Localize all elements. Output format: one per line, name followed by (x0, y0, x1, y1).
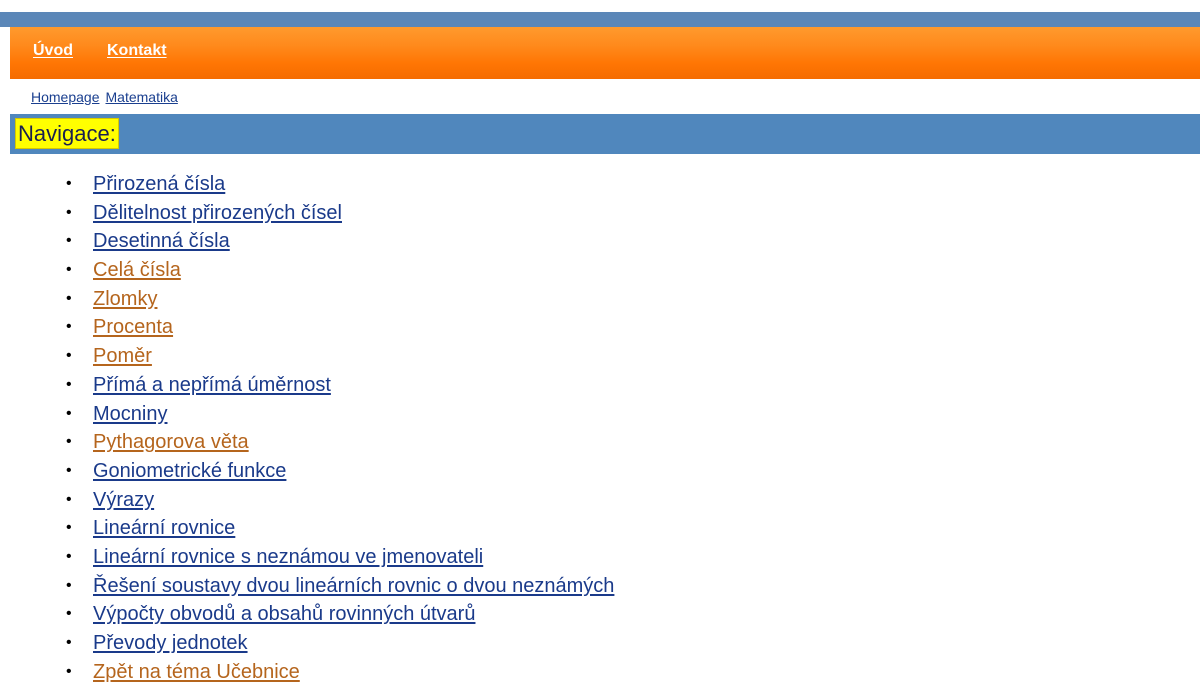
bullet-icon: • (66, 662, 72, 680)
bullet-icon: • (66, 261, 72, 279)
nav-list-link[interactable]: Výrazy (93, 489, 154, 511)
nav-list-link[interactable]: Poměr (93, 345, 152, 367)
bullet-icon: • (66, 433, 72, 451)
nav-list-link[interactable]: Lineární rovnice (93, 517, 235, 539)
breadcrumb: Homepage Matematika (31, 88, 178, 106)
list-item: • Výrazy (66, 486, 614, 515)
bullet-icon: • (66, 634, 72, 651)
list-item: • Výpočty obvodů a obsahů rovinných útvar… (66, 600, 614, 629)
bullet-icon: • (66, 203, 72, 221)
bullet-icon: • (66, 605, 72, 623)
list-item: • Přímá a nepřímá úměrnost (66, 371, 614, 400)
list-item: • Desetinná čísla (66, 227, 614, 256)
nav-list-link[interactable]: Převody jednotek (93, 632, 248, 654)
section-header-bar: Navigace: (10, 114, 1200, 154)
list-item: • Poměr (66, 342, 614, 371)
nav-list-link[interactable]: Zlomky (93, 288, 157, 310)
nav-list-link[interactable]: Procenta (93, 316, 173, 338)
nav-list-link[interactable]: Lineární rovnice s neznámou ve jmenovate… (93, 546, 483, 568)
list-item: • Goniometrické funkce (66, 457, 614, 486)
nav-list-link[interactable]: Dělitelnost přirozených čísel (93, 202, 342, 224)
section-title: Navigace: (15, 118, 119, 149)
bullet-icon: • (66, 375, 72, 393)
nav-list-link[interactable]: Mocniny (93, 403, 167, 425)
nav-link-uvod[interactable]: Úvod (33, 42, 73, 60)
top-nav-bar: Úvod Kontakt (10, 27, 1200, 79)
list-item: • Pythagorova věta (66, 428, 614, 457)
nav-list-link[interactable]: Zpět na téma Učebnice (93, 661, 300, 683)
navigation-list: • Přirozená čísla • Dělitelnost přirozených… (66, 170, 614, 686)
nav-list-link[interactable]: Celá čísla (93, 259, 181, 281)
bullet-icon: • (66, 547, 72, 565)
bullet-icon: • (66, 490, 72, 508)
nav-list-link[interactable]: Výpočty obvodů a obsahů rovinných útvarů (93, 603, 475, 625)
list-item: • Řešení soustavy dvou lineárních rovnic … (66, 572, 614, 601)
nav-list-link[interactable]: Řešení soustavy dvou lineárních rovnic o… (93, 575, 614, 597)
bullet-icon: • (66, 289, 72, 307)
list-item: • Převody jednotek (66, 629, 614, 658)
list-item: • Lineární rovnice s neznámou ve jmenovat… (66, 543, 614, 572)
top-strip (0, 12, 1200, 27)
breadcrumb-link-matematika[interactable]: Matematika (106, 89, 178, 105)
list-item: • Lineární rovnice (66, 514, 614, 543)
nav-list-link[interactable]: Přirozená čísla (93, 173, 225, 195)
list-item: • Přirozená čísla (66, 170, 614, 199)
bullet-icon: • (66, 232, 72, 250)
bullet-icon: • (66, 404, 72, 422)
list-item: • Dělitelnost přirozených čísel (66, 199, 614, 228)
list-item: • Zlomky (66, 285, 614, 314)
bullet-icon: • (66, 318, 72, 336)
nav-list-link[interactable]: Pythagorova věta (93, 431, 249, 453)
bullet-icon: • (66, 519, 72, 537)
nav-list-link[interactable]: Přímá a nepřímá úměrnost (93, 374, 331, 396)
list-item: • Mocniny (66, 400, 614, 429)
bullet-icon: • (66, 175, 72, 192)
bullet-icon: • (66, 576, 72, 594)
nav-list-link[interactable]: Goniometrické funkce (93, 460, 286, 482)
nav-link-kontakt[interactable]: Kontakt (107, 42, 167, 60)
list-item: • Procenta (66, 313, 614, 342)
list-item: • Celá čísla (66, 256, 614, 285)
nav-list-link[interactable]: Desetinná čísla (93, 230, 230, 252)
bullet-icon: • (66, 347, 72, 365)
breadcrumb-link-homepage[interactable]: Homepage (31, 89, 100, 105)
bullet-icon: • (66, 461, 72, 479)
